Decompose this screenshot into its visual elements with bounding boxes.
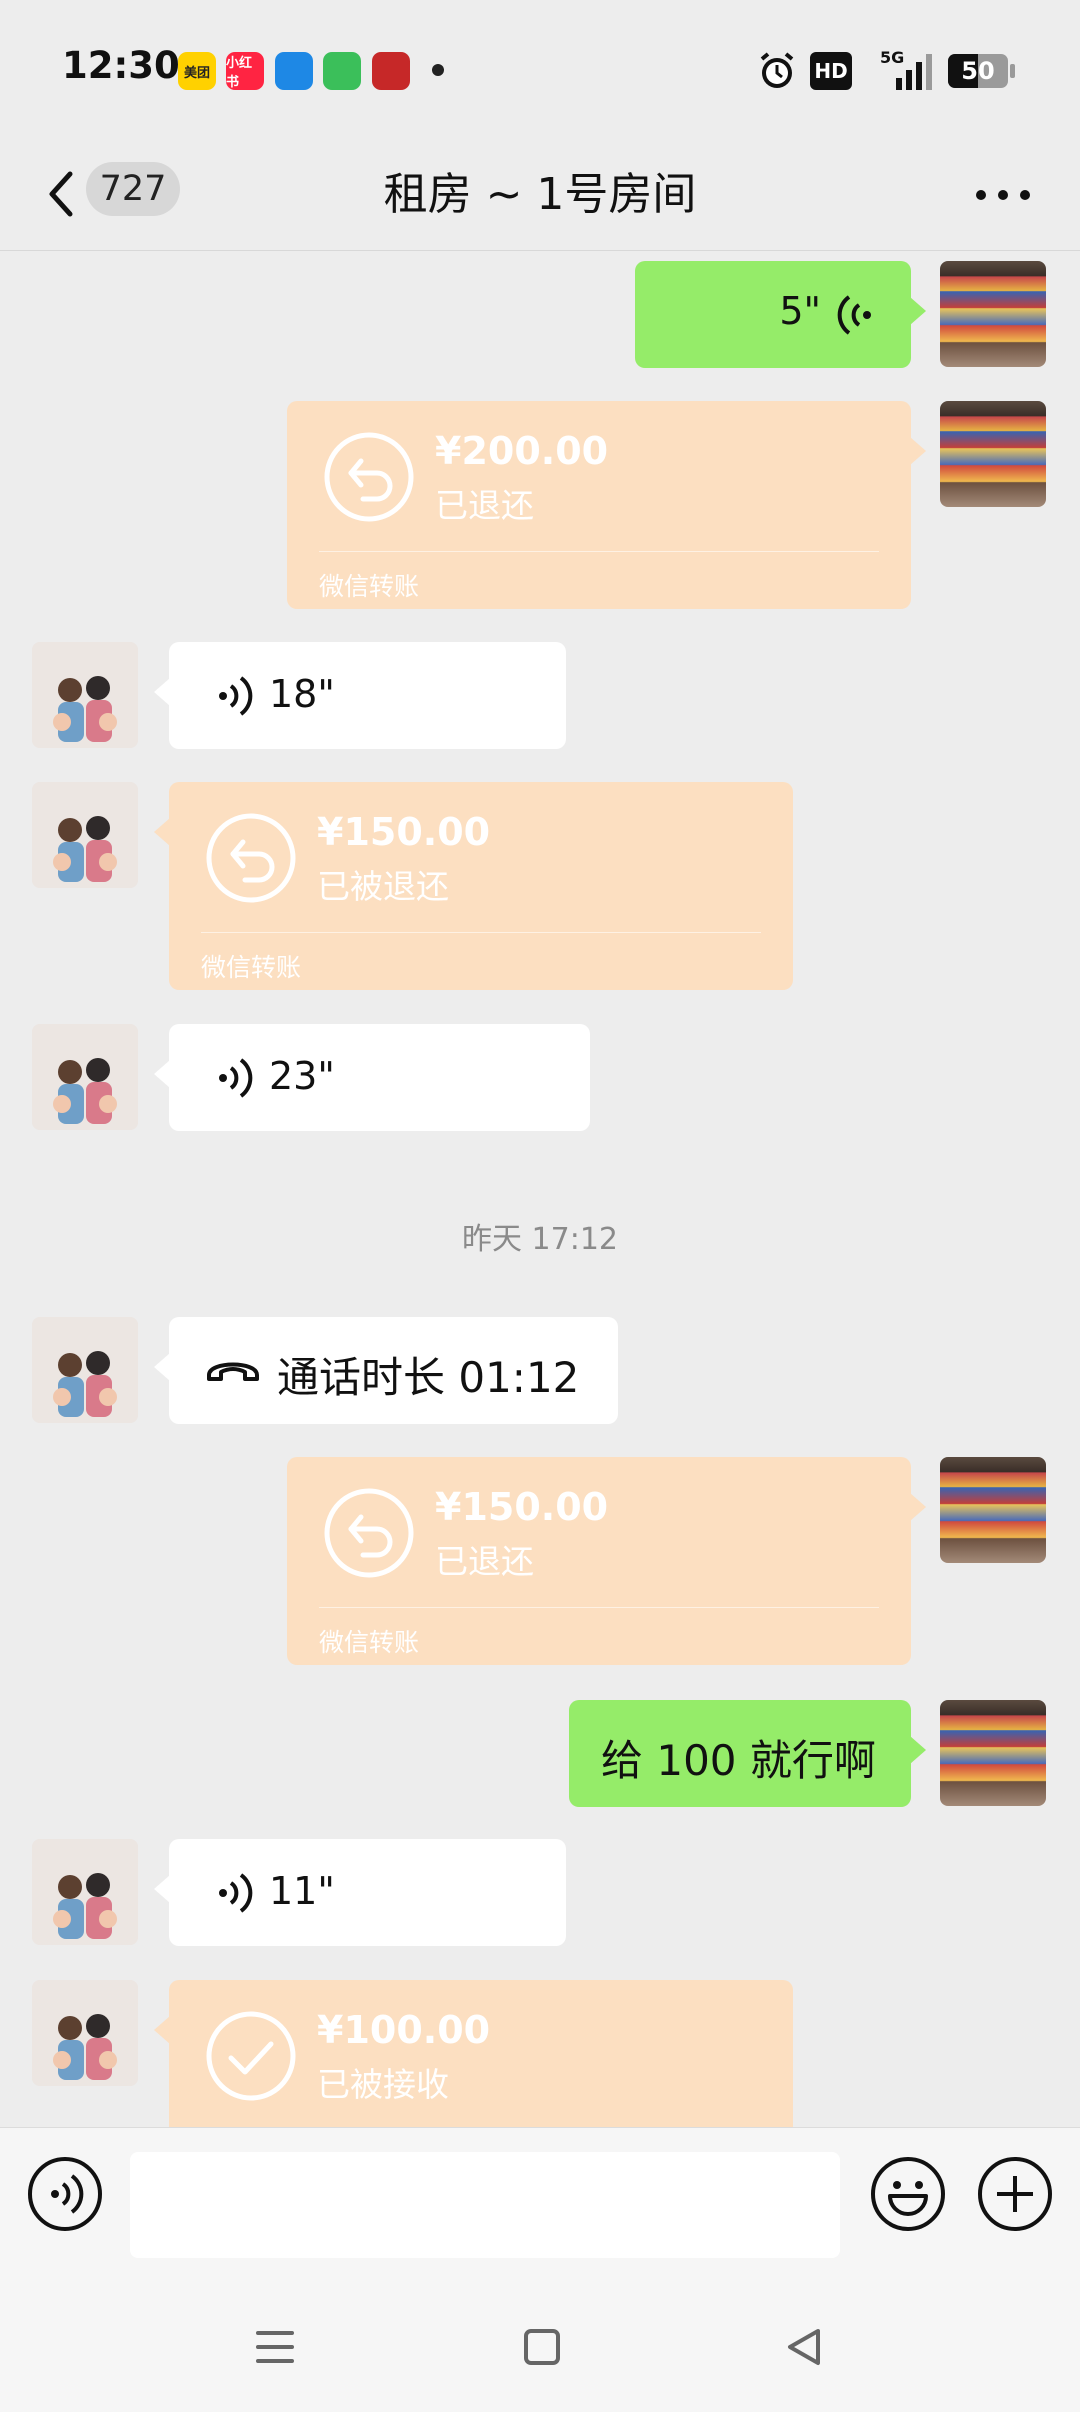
message-text: 给 100 就行啊: [601, 1736, 876, 1785]
voice-duration: 18": [269, 672, 335, 716]
menu-icon[interactable]: [254, 2327, 296, 2367]
divider: [319, 551, 879, 552]
my-avatar[interactable]: [940, 401, 1046, 507]
back-nav-icon[interactable]: [782, 2325, 826, 2369]
voice-message-bubble[interactable]: 23": [154, 1024, 590, 1131]
transfer-card[interactable]: ¥150.00 已退还 微信转账: [287, 1457, 926, 1665]
alarm-icon: [760, 52, 794, 88]
hd-voice-badge: HD: [810, 52, 852, 90]
emoji-icon[interactable]: [870, 2156, 946, 2232]
call-duration-text: 通话时长 01:12: [277, 1353, 580, 1402]
battery-level: 50: [961, 57, 995, 85]
voice-message-bubble[interactable]: 5": [635, 261, 926, 368]
battery-icon: 50: [948, 54, 1008, 88]
voice-duration: 11": [269, 1869, 335, 1913]
transfer-amount: ¥150.00: [317, 810, 491, 854]
transfer-amount: ¥200.00: [435, 429, 609, 473]
divider: [319, 1607, 879, 1608]
voice-input-toggle-icon[interactable]: [27, 2156, 103, 2232]
status-bar: 12:30 美团 小红书 HD 5G 50: [0, 0, 1080, 140]
input-bar: [0, 2127, 1080, 2288]
contact-avatar[interactable]: [32, 1024, 138, 1130]
my-avatar[interactable]: [940, 1700, 1046, 1806]
more-notifications-dot: [432, 64, 444, 76]
chat-title: 租房 ~ 1号房间: [383, 169, 697, 220]
transfer-source-label: 微信转账: [201, 953, 302, 982]
voice-duration: 23": [269, 1054, 335, 1098]
transfer-amount: ¥150.00: [435, 1485, 609, 1529]
transfer-source-label: 微信转账: [319, 572, 420, 601]
transfer-status: 已被退还: [317, 867, 449, 906]
text-message-bubble[interactable]: 给 100 就行啊: [569, 1700, 926, 1807]
chat-header: 727 租房 ~ 1号房间: [0, 140, 1080, 251]
contact-avatar[interactable]: [32, 642, 138, 748]
signal-icon: [896, 54, 932, 90]
my-avatar[interactable]: [940, 261, 1046, 367]
contact-avatar[interactable]: [32, 1980, 138, 2086]
message-list[interactable]: 5" ¥200.00 已退还 微信转账 18" ¥150.00 已被退还 微信转…: [0, 251, 1080, 2127]
contact-avatar[interactable]: [32, 1839, 138, 1945]
xiaohongshu-app-label: 小红书: [226, 56, 253, 90]
refund-icon: [324, 1488, 414, 1578]
contact-avatar[interactable]: [32, 1317, 138, 1423]
message-timestamp: 昨天 17:12: [462, 1222, 618, 1257]
status-time: 12:30: [62, 44, 180, 87]
messages-app-icon: [323, 52, 361, 90]
contact-avatar[interactable]: [32, 782, 138, 888]
message-input[interactable]: [130, 2152, 840, 2258]
transfer-card[interactable]: ¥150.00 已被退还 微信转账: [154, 782, 793, 990]
system-navigation-bar: [0, 2287, 1080, 2412]
transfer-status: 已退还: [435, 486, 534, 525]
transfer-amount: ¥100.00: [317, 2008, 491, 2052]
voice-message-bubble[interactable]: 11": [154, 1839, 566, 1946]
feishu-app-icon: [275, 52, 313, 90]
add-more-icon[interactable]: [977, 2156, 1053, 2232]
voice-wave-icon: [219, 676, 253, 716]
transfer-card[interactable]: ¥200.00 已退还 微信转账: [287, 401, 926, 609]
meituan-app-label: 美团: [183, 65, 210, 81]
voice-wave-icon: [219, 1058, 253, 1098]
voice-duration: 5": [779, 289, 821, 333]
refund-icon: [324, 432, 414, 522]
voice-wave-icon: [219, 1873, 253, 1913]
more-options-icon[interactable]: [970, 180, 1036, 210]
call-record-bubble[interactable]: 通话时长 01:12: [154, 1317, 618, 1424]
checkmark-icon: [206, 2011, 296, 2101]
transfer-status: 已退还: [435, 1542, 534, 1581]
xiaohongshu-app-icon: 小红书: [226, 52, 264, 90]
divider: [201, 932, 761, 933]
transfer-status: 已被接收: [317, 2065, 449, 2104]
refund-icon: [206, 813, 296, 903]
my-avatar[interactable]: [940, 1457, 1046, 1563]
transfer-source-label: 微信转账: [319, 1628, 420, 1657]
transfer-card[interactable]: ¥100.00 已被接收: [154, 1980, 793, 2127]
meituan-app-icon: 美团: [178, 52, 216, 90]
home-icon[interactable]: [522, 2327, 562, 2367]
voice-wave-icon: [837, 295, 871, 335]
phone-hangup-icon: [207, 1362, 259, 1381]
bank-app-icon: [372, 52, 410, 90]
voice-message-bubble[interactable]: 18": [154, 642, 566, 749]
